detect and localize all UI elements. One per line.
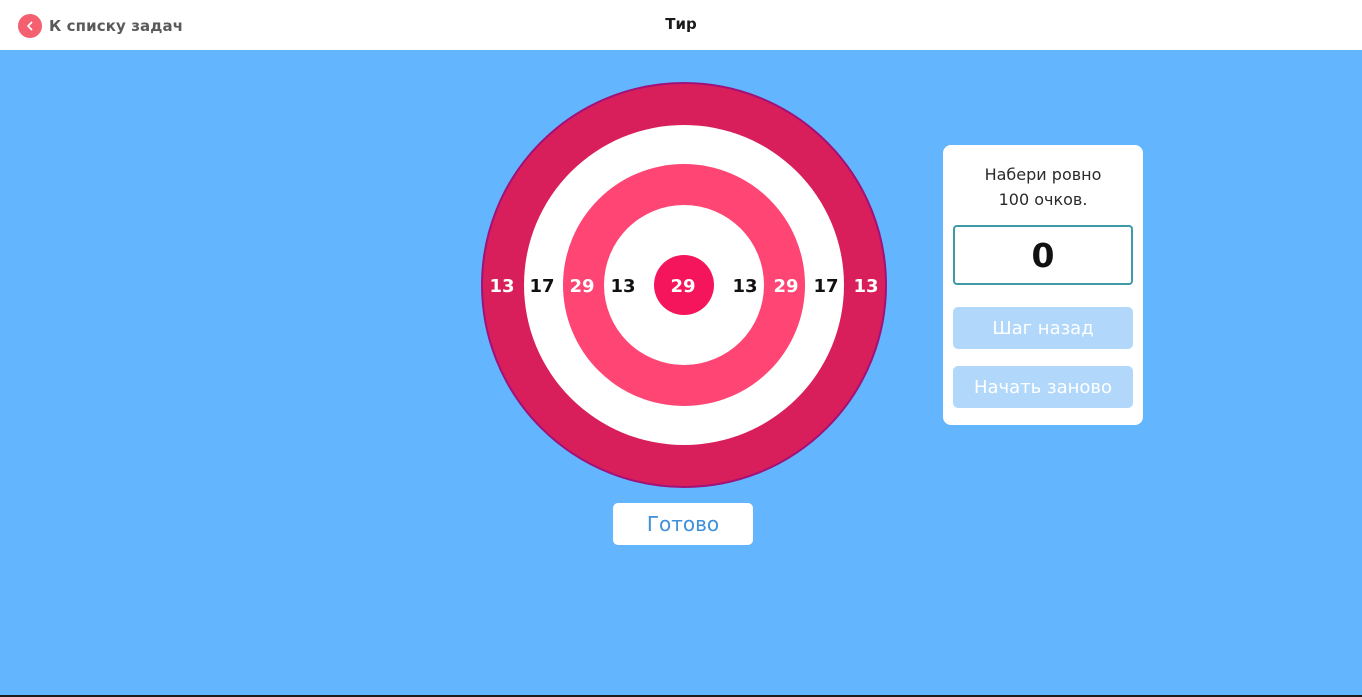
task-panel: Набери ровно 100 очков. 0 Шаг назад Нача…: [943, 145, 1143, 425]
ring-points-label-second-left: 17: [529, 276, 554, 297]
ring-points-label-second-right: 17: [813, 276, 838, 297]
shooting-target: 13 13 17 17 29 29 13 13 29: [481, 82, 887, 488]
task-description: Набери ровно 100 очков.: [943, 162, 1143, 212]
ring-points-label-outer-left: 13: [489, 276, 514, 297]
task-line-2: 100 очков.: [998, 190, 1088, 209]
ring-points-label-third-left: 29: [569, 276, 594, 297]
task-line-1: Набери ровно: [984, 165, 1102, 184]
step-back-button[interactable]: Шаг назад: [953, 307, 1133, 349]
done-button[interactable]: Готово: [613, 503, 753, 545]
ring-points-label-bullseye-center: 29: [670, 276, 695, 297]
ring-points-label-third-right: 29: [773, 276, 798, 297]
ring-points-label-fourth-right: 13: [732, 276, 757, 297]
target-labels: 13 13 17 17 29 29 13 13 29: [489, 276, 878, 297]
restart-button[interactable]: Начать заново: [953, 366, 1133, 408]
ring-points-label-outer-right: 13: [853, 276, 878, 297]
score-display: 0: [953, 225, 1133, 285]
ring-points-label-fourth-left: 13: [610, 276, 635, 297]
